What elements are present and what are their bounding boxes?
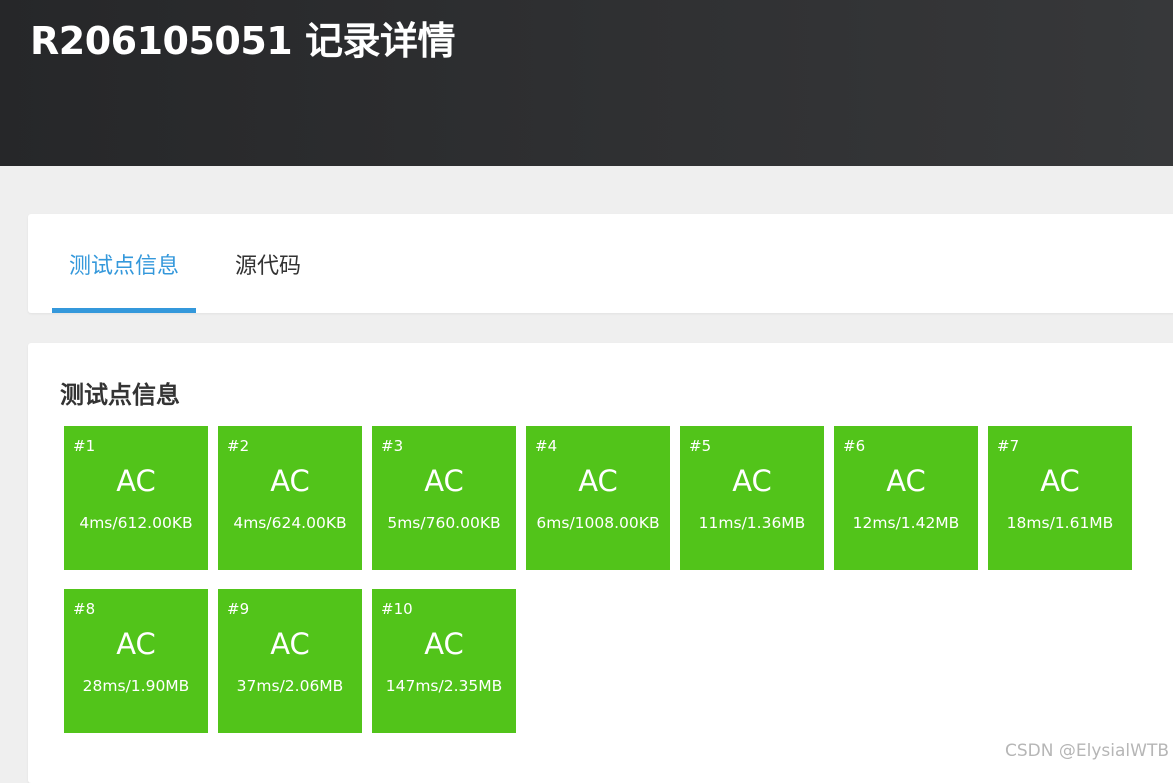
- page-title: R206105051 记录详情: [30, 10, 455, 65]
- test-case-time-memory: 5ms/760.00KB: [372, 514, 516, 532]
- test-case-4[interactable]: #4 AC 6ms/1008.00KB: [526, 426, 670, 570]
- tab-bar: 测试点信息 源代码: [28, 214, 1173, 313]
- test-case-id: #10: [381, 600, 413, 618]
- test-case-id: #9: [227, 600, 249, 618]
- test-case-time-memory: 6ms/1008.00KB: [526, 514, 670, 532]
- test-case-id: #5: [689, 437, 711, 455]
- page-header: R206105051 记录详情: [0, 0, 1173, 166]
- test-case-status: AC: [988, 464, 1132, 498]
- test-case-id: #8: [73, 600, 95, 618]
- test-case-id: #3: [381, 437, 403, 455]
- tab-source-code[interactable]: 源代码: [218, 214, 318, 313]
- test-case-status: AC: [372, 464, 516, 498]
- section-title: 测试点信息: [60, 375, 180, 410]
- test-case-id: #4: [535, 437, 557, 455]
- test-case-status: AC: [680, 464, 824, 498]
- test-case-8[interactable]: #8 AC 28ms/1.90MB: [64, 589, 208, 733]
- test-case-status: AC: [218, 627, 362, 661]
- test-case-5[interactable]: #5 AC 11ms/1.36MB: [680, 426, 824, 570]
- test-case-time-memory: 4ms/624.00KB: [218, 514, 362, 532]
- test-case-id: #1: [73, 437, 95, 455]
- test-case-time-memory: 12ms/1.42MB: [834, 514, 978, 532]
- test-case-grid: #1 AC 4ms/612.00KB #2 AC 4ms/624.00KB #3…: [64, 426, 1144, 733]
- test-case-id: #6: [843, 437, 865, 455]
- tab-test-info[interactable]: 测试点信息: [52, 214, 196, 313]
- test-case-id: #2: [227, 437, 249, 455]
- test-case-6[interactable]: #6 AC 12ms/1.42MB: [834, 426, 978, 570]
- test-case-9[interactable]: #9 AC 37ms/2.06MB: [218, 589, 362, 733]
- test-case-time-memory: 4ms/612.00KB: [64, 514, 208, 532]
- test-case-status: AC: [372, 627, 516, 661]
- test-case-time-memory: 37ms/2.06MB: [218, 677, 362, 695]
- test-case-3[interactable]: #3 AC 5ms/760.00KB: [372, 426, 516, 570]
- test-case-status: AC: [834, 464, 978, 498]
- watermark: CSDN @ElysialWTB: [1005, 741, 1169, 761]
- test-case-time-memory: 28ms/1.90MB: [64, 677, 208, 695]
- test-case-time-memory: 11ms/1.36MB: [680, 514, 824, 532]
- test-case-status: AC: [64, 627, 208, 661]
- test-case-status: AC: [218, 464, 362, 498]
- test-case-status: AC: [64, 464, 208, 498]
- test-case-id: #7: [997, 437, 1019, 455]
- test-case-time-memory: 147ms/2.35MB: [372, 677, 516, 695]
- test-case-1[interactable]: #1 AC 4ms/612.00KB: [64, 426, 208, 570]
- test-case-10[interactable]: #10 AC 147ms/2.35MB: [372, 589, 516, 733]
- test-case-7[interactable]: #7 AC 18ms/1.61MB: [988, 426, 1132, 570]
- test-case-2[interactable]: #2 AC 4ms/624.00KB: [218, 426, 362, 570]
- test-case-status: AC: [526, 464, 670, 498]
- test-case-time-memory: 18ms/1.61MB: [988, 514, 1132, 532]
- test-info-panel: 测试点信息 #1 AC 4ms/612.00KB #2 AC 4ms/624.0…: [28, 343, 1173, 783]
